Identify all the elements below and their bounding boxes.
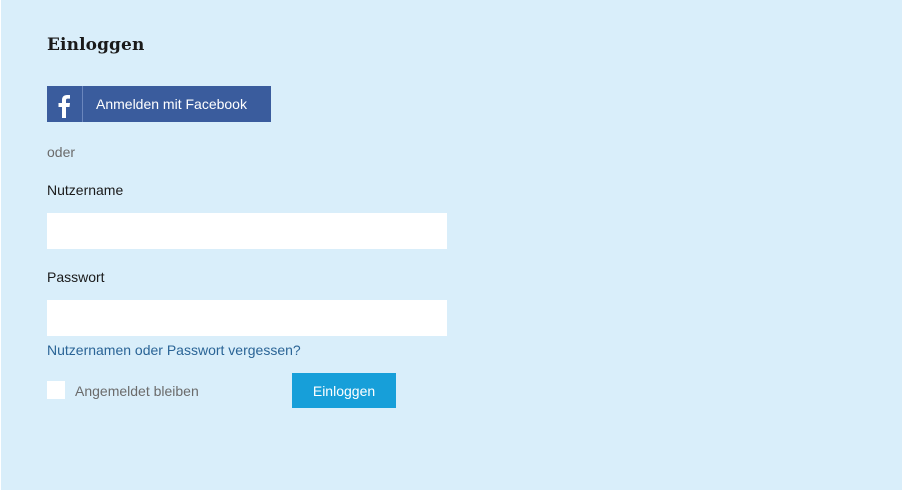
password-label: Passwort bbox=[47, 269, 105, 285]
separator-text: oder bbox=[47, 144, 76, 160]
username-label: Nutzername bbox=[47, 182, 124, 198]
username-input[interactable] bbox=[47, 213, 447, 249]
facebook-login-label: Anmelden mit Facebook bbox=[96, 96, 247, 112]
facebook-icon bbox=[47, 86, 83, 122]
remember-me-checkbox[interactable] bbox=[47, 381, 65, 399]
login-button[interactable]: Einloggen bbox=[292, 373, 396, 408]
page-title: Einloggen bbox=[47, 35, 145, 55]
forgot-credentials-link[interactable]: Nutzernamen oder Passwort vergessen? bbox=[47, 342, 301, 358]
remember-me-option[interactable]: Angemeldet bleiben bbox=[47, 381, 199, 399]
login-panel: Einloggen Anmelden mit Facebook oder Nut… bbox=[1, 0, 902, 490]
remember-me-label: Angemeldet bleiben bbox=[75, 383, 199, 399]
password-input[interactable] bbox=[47, 300, 447, 336]
facebook-login-button[interactable]: Anmelden mit Facebook bbox=[47, 86, 271, 122]
